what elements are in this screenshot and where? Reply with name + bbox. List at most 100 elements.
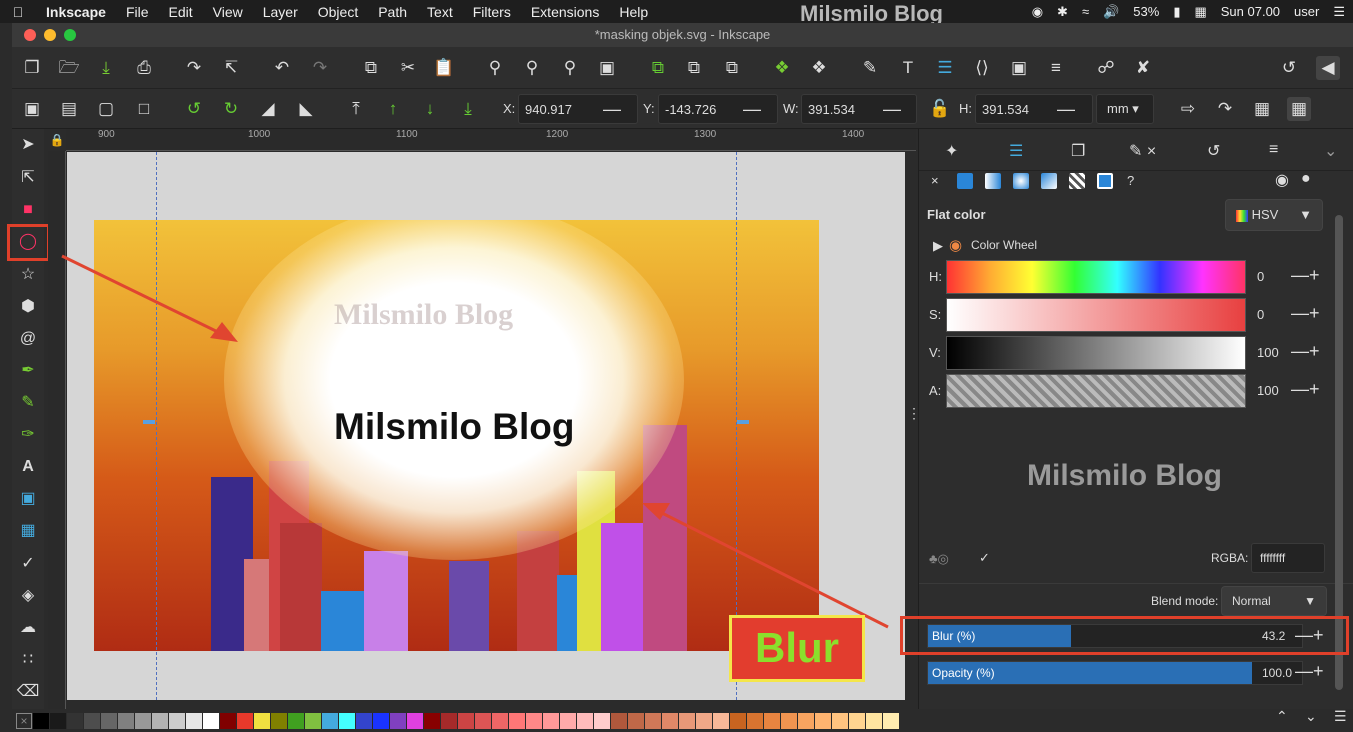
- palette-swatch[interactable]: [849, 712, 865, 729]
- linear-gradient-icon[interactable]: [985, 173, 1001, 189]
- palette-swatch[interactable]: [866, 712, 882, 729]
- palette-menu-icon[interactable]: ☰: [1334, 708, 1347, 725]
- palette-swatch[interactable]: [288, 712, 304, 729]
- opacity-label: Opacity (%): [932, 666, 995, 680]
- pattern-icon[interactable]: [1069, 173, 1085, 189]
- palette-swatch[interactable]: [237, 712, 253, 729]
- palette-swatch[interactable]: [305, 712, 321, 729]
- opacity-value[interactable]: 100.0: [1262, 666, 1292, 680]
- palette-swatch[interactable]: [169, 712, 185, 729]
- chevron-down-icon: ▼: [1299, 207, 1312, 222]
- palette-swatch[interactable]: [186, 712, 202, 729]
- flat-color-icon[interactable]: [957, 173, 973, 189]
- radial-gradient-icon[interactable]: [1013, 173, 1029, 189]
- color-wheel-label[interactable]: Color Wheel: [971, 238, 1037, 252]
- palette-swatch[interactable]: [747, 712, 763, 729]
- opacity-stepper-icon[interactable]: —+: [1295, 661, 1324, 682]
- palette-swatch[interactable]: [152, 712, 168, 729]
- color-management-icon[interactable]: ♣◎: [929, 551, 949, 567]
- panel-watermark: Milsmilo Blog: [1027, 459, 1222, 492]
- palette-swatch[interactable]: [271, 712, 287, 729]
- palette-swatch[interactable]: [713, 712, 729, 729]
- no-color-swatch-icon[interactable]: ×: [16, 712, 32, 729]
- palette-swatch[interactable]: [543, 712, 559, 729]
- palette-swatch[interactable]: [254, 712, 270, 729]
- tab-transform-icon[interactable]: ✦: [945, 141, 958, 161]
- alpha-stepper-icon[interactable]: —+: [1291, 379, 1320, 400]
- value-slider[interactable]: [946, 336, 1246, 370]
- opacity-slider[interactable]: Opacity (%) 100.0: [927, 661, 1303, 685]
- blur-highlight-box: [900, 616, 1349, 655]
- palette-swatch[interactable]: [84, 712, 100, 729]
- palette-swatch[interactable]: [628, 712, 644, 729]
- palette-swatch[interactable]: [832, 712, 848, 729]
- fill-rule-nonzero-icon[interactable]: ●: [1301, 170, 1311, 188]
- palette-swatch[interactable]: [339, 712, 355, 729]
- tab-fill-stroke-icon[interactable]: ✎ ×: [1129, 141, 1156, 161]
- value-stepper-icon[interactable]: —+: [1291, 341, 1320, 362]
- palette-swatch[interactable]: [322, 712, 338, 729]
- saturation-stepper-icon[interactable]: —+: [1291, 303, 1320, 324]
- palette-swatch[interactable]: [373, 712, 389, 729]
- palette-swatch[interactable]: [492, 712, 508, 729]
- palette-swatch[interactable]: [475, 712, 491, 729]
- no-paint-icon[interactable]: ×: [931, 173, 939, 188]
- expander-arrow-icon[interactable]: ▶: [933, 238, 943, 254]
- rgba-input[interactable]: ffffffff: [1251, 543, 1325, 573]
- palette-swatch[interactable]: [645, 712, 661, 729]
- color-mode-value: HSV: [1251, 207, 1279, 222]
- palette-swatch[interactable]: [33, 712, 49, 729]
- arrow-head-right: [642, 503, 670, 520]
- palette-swatch[interactable]: [407, 712, 423, 729]
- blend-mode-value: Normal: [1232, 594, 1271, 608]
- palette-swatch[interactable]: [560, 712, 576, 729]
- palette-swatch[interactable]: [118, 712, 134, 729]
- palette-swatch[interactable]: [764, 712, 780, 729]
- palette-swatch[interactable]: [424, 712, 440, 729]
- fill-rule-evenodd-icon[interactable]: ◉: [1275, 170, 1289, 190]
- palette-swatch[interactable]: [458, 712, 474, 729]
- palette-swatch[interactable]: [50, 712, 66, 729]
- swatch-icon[interactable]: [1097, 173, 1113, 189]
- hue-slider[interactable]: [946, 260, 1246, 294]
- palette-swatch[interactable]: [611, 712, 627, 729]
- palette-swatch[interactable]: [509, 712, 525, 729]
- palette-swatch[interactable]: [798, 712, 814, 729]
- alpha-label: A:: [929, 383, 942, 398]
- mesh-gradient-icon[interactable]: [1041, 173, 1057, 189]
- palette-swatch[interactable]: [356, 712, 372, 729]
- palette-swatch[interactable]: [696, 712, 712, 729]
- alpha-slider[interactable]: [946, 374, 1246, 408]
- saturation-label: S:: [929, 307, 942, 322]
- palette-swatch[interactable]: [101, 712, 117, 729]
- color-mode-icon: [1236, 209, 1248, 222]
- palette-swatch[interactable]: [594, 712, 610, 729]
- palette-swatch[interactable]: [135, 712, 151, 729]
- hue-stepper-icon[interactable]: —+: [1291, 265, 1320, 286]
- palette-swatch[interactable]: [679, 712, 695, 729]
- tab-export-icon[interactable]: ❐: [1071, 141, 1085, 161]
- color-mode-select[interactable]: HSV ▼: [1225, 199, 1323, 231]
- palette-swatch[interactable]: [781, 712, 797, 729]
- palette-swatch[interactable]: [441, 712, 457, 729]
- palette-swatch[interactable]: [577, 712, 593, 729]
- palette-swatch[interactable]: [220, 712, 236, 729]
- unset-paint-icon[interactable]: ?: [1127, 173, 1134, 188]
- palette-swatch[interactable]: [815, 712, 831, 729]
- tab-layers-icon[interactable]: ☰: [1009, 141, 1023, 161]
- palette-swatch[interactable]: [662, 712, 678, 729]
- blend-mode-select[interactable]: Normal ▼: [1221, 586, 1327, 616]
- tab-undo-history-icon[interactable]: ↺: [1207, 141, 1220, 161]
- palette-swatch[interactable]: [203, 712, 219, 729]
- palette-swatch[interactable]: [67, 712, 83, 729]
- palette-scroll-up-icon[interactable]: ⌃: [1276, 708, 1288, 725]
- palette-scroll-down-icon[interactable]: ⌄: [1305, 708, 1317, 725]
- palette-swatch[interactable]: [730, 712, 746, 729]
- palette-swatch[interactable]: [526, 712, 542, 729]
- saturation-slider[interactable]: [946, 298, 1246, 332]
- color-picker-icon[interactable]: ✓: [979, 550, 990, 566]
- tabs-menu-icon[interactable]: ⌄: [1324, 141, 1337, 161]
- tab-align-icon[interactable]: ≡: [1269, 141, 1278, 159]
- palette-swatch[interactable]: [390, 712, 406, 729]
- palette-swatch[interactable]: [883, 712, 899, 729]
